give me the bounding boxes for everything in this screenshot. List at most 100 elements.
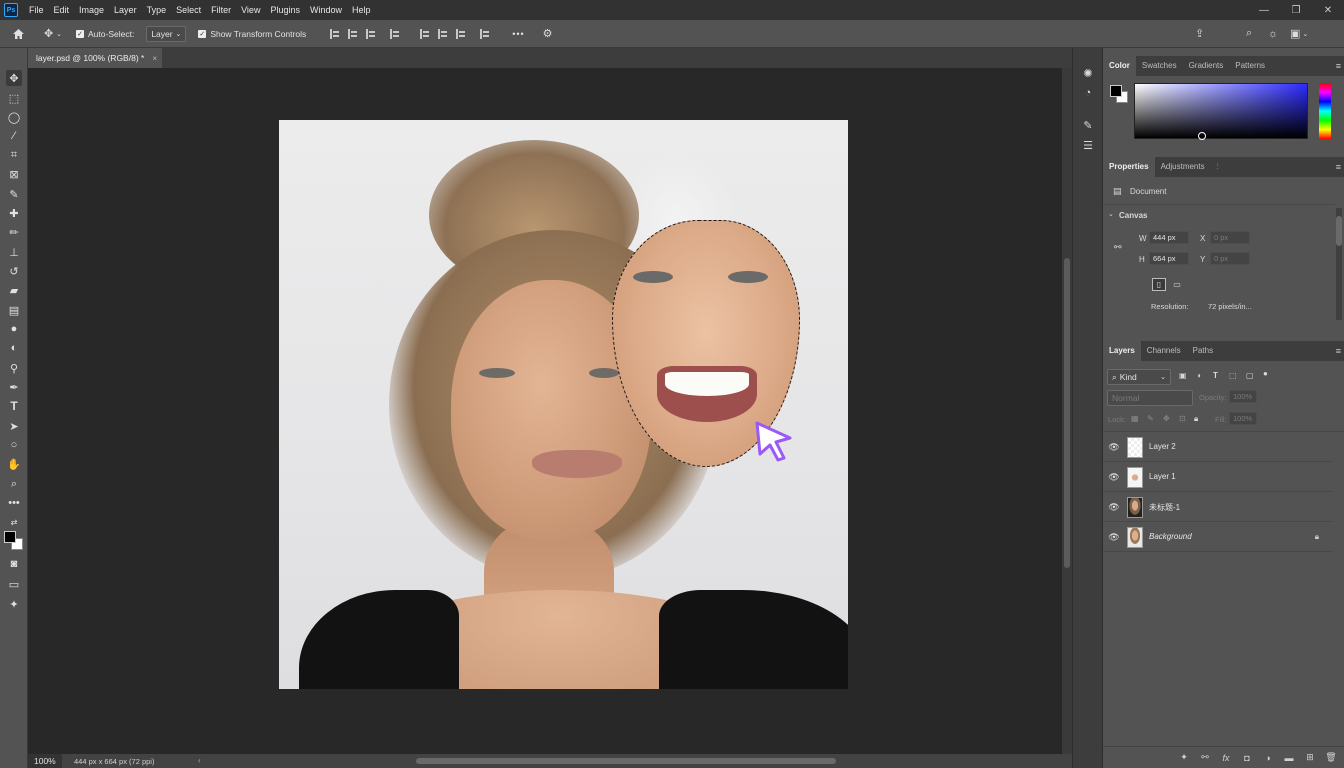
blend-mode-dropdown[interactable]: Normal	[1107, 390, 1193, 406]
menu-image[interactable]: Image	[74, 0, 109, 20]
menu-help[interactable]: Help	[347, 0, 376, 20]
lock-transparent-icon[interactable]: ▦	[1131, 414, 1139, 423]
close-tab-icon[interactable]: ×	[152, 54, 157, 63]
panel-menu-icon[interactable]: ≡	[1336, 346, 1341, 356]
canvas-vertical-scrollbar[interactable]	[1062, 68, 1072, 754]
lock-all-icon[interactable]: 🔒︎	[1194, 414, 1198, 424]
generative-layer-icon[interactable]: ✦	[1178, 752, 1190, 764]
pen-tool-sponge[interactable]: ⚲	[6, 360, 22, 376]
eraser-tool[interactable]: ▰	[6, 282, 22, 298]
brush-settings-icon[interactable]: ✎	[1081, 118, 1095, 132]
lock-position-icon[interactable]: ✥	[1163, 414, 1170, 423]
auto-select-target-dropdown[interactable]: Layer ⌄	[146, 25, 187, 42]
foreground-color-swatch[interactable]	[4, 531, 16, 543]
link-icon[interactable]: ⚯	[1114, 242, 1122, 253]
layer-row-layer-1[interactable]: 👁︎ Layer 1	[1103, 463, 1333, 492]
hue-slider[interactable]	[1319, 83, 1331, 139]
default-colors-button[interactable]: ⇄	[6, 514, 22, 530]
tab-paths[interactable]: Paths	[1187, 341, 1219, 361]
generative-tool[interactable]: ✦	[6, 596, 22, 612]
workspace-button[interactable]: ▣ ⌄	[1290, 20, 1308, 48]
screen-mode-button[interactable]: ▭	[6, 576, 22, 592]
align-right-icon[interactable]	[366, 28, 376, 39]
gradient-tool[interactable]: ▤	[6, 302, 22, 318]
width-field[interactable]: 444 px	[1149, 231, 1189, 244]
more-options-button[interactable]: •••	[512, 20, 524, 48]
menu-window[interactable]: Window	[305, 0, 347, 20]
minimize-button[interactable]: —	[1248, 0, 1280, 20]
adjustment-layer-icon[interactable]: ◑	[1262, 752, 1274, 764]
filter-adjustment-icon[interactable]: ◑	[1196, 371, 1201, 380]
tab-adjustments[interactable]: Adjustments	[1155, 157, 1211, 177]
panel-menu-icon[interactable]: ≡	[1336, 162, 1341, 172]
move-tool-preset[interactable]: ✥ ⌄	[36, 20, 70, 48]
tab-channels[interactable]: Channels	[1141, 341, 1187, 361]
lasso-tool[interactable]: ◯	[6, 109, 22, 125]
link-layers-icon[interactable]: ⚯	[1199, 752, 1211, 764]
filter-shape-icon[interactable]: ⬚	[1229, 371, 1237, 380]
fill-field[interactable]: 100%	[1229, 412, 1257, 425]
lock-artboard-icon[interactable]: ⊡	[1179, 414, 1186, 423]
share-button[interactable]: ⇪	[1195, 20, 1204, 48]
menu-layer[interactable]: Layer	[109, 0, 142, 20]
hand-tool[interactable]: ✋	[6, 456, 22, 472]
eye-icon[interactable]: 👁︎	[1108, 532, 1120, 542]
portrait-orientation-button[interactable]: ▯	[1152, 278, 1166, 291]
y-field[interactable]: 0 px	[1210, 252, 1250, 265]
learn-icon[interactable]: ✺	[1081, 66, 1095, 80]
layer-filter-dropdown[interactable]: ⌕ Kind ⌄	[1107, 369, 1171, 385]
discover-button[interactable]: ☼	[1268, 20, 1278, 48]
lock-image-icon[interactable]: ✎	[1147, 414, 1154, 423]
settings-button[interactable]: ⚙	[543, 20, 553, 48]
properties-scroll-thumb[interactable]	[1336, 216, 1342, 246]
trash-icon[interactable]: 🗑︎	[1325, 752, 1337, 764]
zoom-tool[interactable]: ⌕	[6, 476, 22, 492]
eye-icon[interactable]: 👁︎	[1108, 502, 1120, 512]
new-group-icon[interactable]: ▬	[1283, 752, 1295, 764]
eye-icon[interactable]: 👁︎	[1108, 472, 1120, 482]
align-left-icon[interactable]	[330, 28, 340, 39]
move-tool[interactable]: ✥	[6, 70, 22, 86]
home-button[interactable]	[0, 20, 36, 48]
layer-row-layer-2[interactable]: 👁︎ Layer 2	[1103, 433, 1333, 462]
eye-icon[interactable]: 👁︎	[1108, 442, 1120, 452]
layer-row-background[interactable]: 👁︎ Background 🔒︎	[1103, 523, 1333, 552]
chevron-down-icon[interactable]: ⌄	[1108, 210, 1114, 218]
filter-smart-object-icon[interactable]: ▢	[1246, 371, 1254, 380]
menu-plugins[interactable]: Plugins	[265, 0, 305, 20]
filter-toggle-icon[interactable]: ●	[1263, 369, 1268, 378]
path-selection-tool[interactable]: ➤	[6, 418, 22, 434]
landscape-orientation-button[interactable]: ▭	[1170, 278, 1184, 291]
filter-type-icon[interactable]: T	[1213, 371, 1218, 380]
tab-properties[interactable]: Properties	[1103, 157, 1155, 177]
menu-type[interactable]: Type	[142, 0, 172, 20]
auto-select-checkbox[interactable]: ✓ Auto-Select:	[76, 20, 134, 48]
menu-view[interactable]: View	[236, 0, 265, 20]
dodge-tool[interactable]: ◐	[6, 340, 22, 356]
document-info[interactable]: 444 px x 664 px (72 ppi)	[74, 757, 154, 766]
horizontal-scroll-thumb[interactable]	[416, 758, 836, 764]
align-top-icon[interactable]	[420, 28, 430, 39]
layer-row-untitled-1[interactable]: 👁︎ 未标题-1	[1103, 493, 1333, 522]
color-picker-handle[interactable]	[1198, 132, 1206, 140]
panel-menu-icon[interactable]: ≡	[1336, 61, 1341, 71]
restore-button[interactable]: ❐	[1280, 0, 1312, 20]
search-button[interactable]: ⌕	[1246, 20, 1252, 48]
crop-tool[interactable]: ⌗	[6, 147, 22, 163]
new-layer-icon[interactable]: ⊞	[1304, 752, 1316, 764]
align-bottom-icon[interactable]	[456, 28, 466, 39]
menu-filter[interactable]: Filter	[206, 0, 236, 20]
tab-patterns[interactable]: Patterns	[1229, 56, 1271, 76]
blur-tool[interactable]: ●	[6, 321, 22, 337]
adjustments-brush-icon[interactable]: ◔	[1081, 86, 1095, 100]
layer-style-icon[interactable]: fx	[1220, 752, 1232, 764]
x-field[interactable]: 0 px	[1210, 231, 1250, 244]
history-brush-tool[interactable]: ↺	[6, 263, 22, 279]
menu-select[interactable]: Select	[171, 0, 206, 20]
frame-tool[interactable]: ⊠	[6, 166, 22, 182]
clone-stamp-tool[interactable]: ⊥	[6, 244, 22, 260]
quick-mask-button[interactable]: ◙	[6, 556, 22, 572]
document-canvas-image[interactable]	[279, 120, 848, 689]
align-middle-icon[interactable]	[438, 28, 448, 39]
color-picker-field[interactable]	[1134, 83, 1308, 140]
